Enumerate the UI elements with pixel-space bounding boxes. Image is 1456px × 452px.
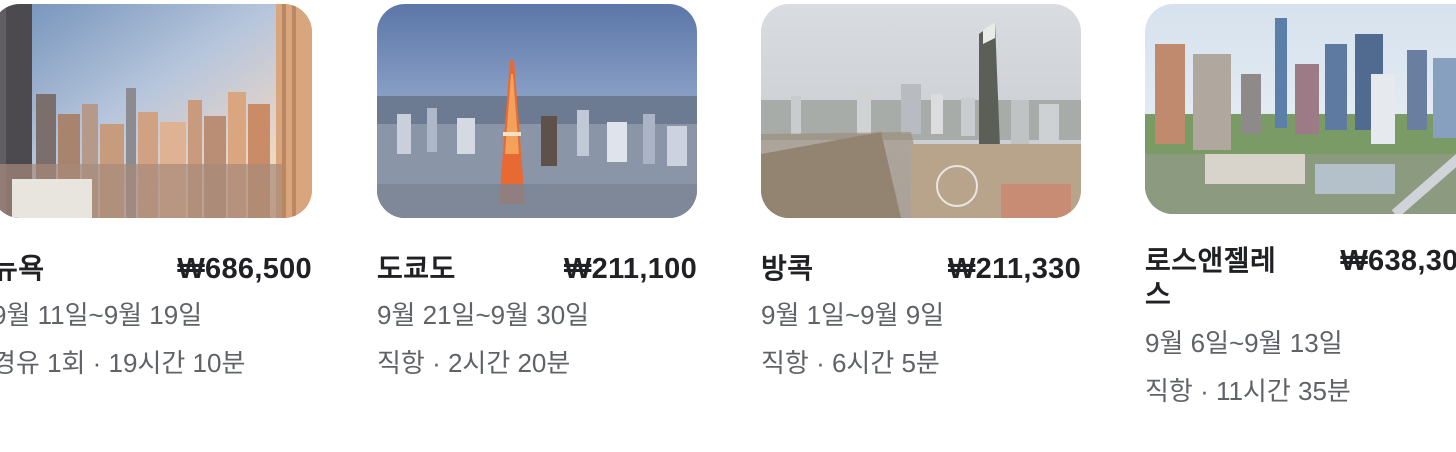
destination-price: ₩211,330 (948, 253, 1081, 285)
destination-city: 로스앤젤레스 (1145, 245, 1277, 310)
destination-city: 방콕 (761, 253, 814, 284)
destination-cards-strip: 뉴욕 ₩686,500 9월 11일~9월 19일 경유 1회 · 19시간 1… (0, 0, 1456, 452)
destination-price: ₩638,300 (1340, 245, 1456, 277)
new-york-skyline-photo (0, 4, 312, 218)
destination-card-new-york[interactable]: 뉴욕 ₩686,500 9월 11일~9월 19일 경유 1회 · 19시간 1… (0, 4, 312, 380)
destination-dates: 9월 11일~9월 19일 (0, 300, 203, 330)
destination-flight-info: 경유 1회 · 19시간 10분 (0, 348, 246, 378)
destination-price: ₩686,500 (177, 253, 312, 285)
destination-dates: 9월 6일~9월 13일 (1145, 328, 1343, 358)
destination-dates: 9월 1일~9월 9일 (761, 300, 945, 330)
destination-city: 뉴욕 (0, 253, 45, 284)
destination-city: 도쿄도 (377, 253, 456, 284)
bangkok-river-photo (761, 4, 1081, 218)
destination-card-tokyo[interactable]: 도쿄도 ₩211,100 9월 21일~9월 30일 직항 · 2시간 20분 (377, 4, 697, 380)
destination-flight-info: 직항 · 6시간 5분 (761, 348, 940, 378)
los-angeles-downtown-photo (1145, 4, 1456, 214)
tokyo-tower-photo (377, 4, 697, 218)
destination-card-los-angeles[interactable]: 로스앤젤레스 ₩638,300 9월 6일~9월 13일 직항 · 11시간 3… (1145, 4, 1456, 408)
destination-flight-info: 직항 · 2시간 20분 (377, 348, 571, 378)
destination-card-bangkok[interactable]: 방콕 ₩211,330 9월 1일~9월 9일 직항 · 6시간 5분 (761, 4, 1081, 380)
destination-dates: 9월 21일~9월 30일 (377, 300, 590, 330)
destination-flight-info: 직항 · 11시간 35분 (1145, 376, 1351, 406)
destination-price: ₩211,100 (564, 253, 697, 285)
